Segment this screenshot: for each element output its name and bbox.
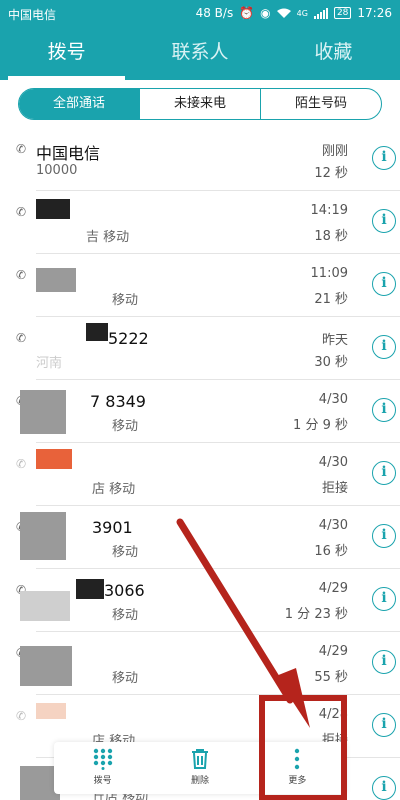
- carrier-name: 中国电信: [8, 8, 57, 22]
- call-time: 刚刚: [321, 144, 348, 159]
- outgoing-call-icon: ✆: [16, 331, 27, 345]
- info-icon[interactable]: i: [372, 461, 396, 485]
- more-vertical-icon: [295, 748, 300, 770]
- call-log-row[interactable]: ✆ 中国电信 10000 刚刚 12 秒 i: [16, 128, 400, 191]
- dialpad-label: 拨号: [93, 776, 112, 786]
- rejected-call-icon: ✆: [16, 709, 27, 723]
- redaction: [36, 449, 72, 469]
- status-right: 48 B/s ⏰ ◉ 4G 28 17:26: [196, 6, 392, 20]
- trash-icon: [191, 749, 208, 769]
- call-location: 移动: [112, 671, 139, 686]
- call-location: 移动: [112, 545, 139, 560]
- redaction: [76, 579, 104, 599]
- redaction: [20, 591, 70, 621]
- call-duration: 1 分 9 秒: [293, 418, 348, 433]
- filter-missed-calls[interactable]: 未接来电: [139, 89, 260, 119]
- redaction: [36, 199, 70, 219]
- redaction: [36, 703, 66, 719]
- delete-button[interactable]: 删除: [151, 742, 248, 794]
- call-duration: 21 秒: [314, 292, 348, 307]
- rejected-call-icon: ✆: [16, 457, 27, 471]
- info-icon[interactable]: i: [372, 209, 396, 233]
- call-time: 4/30: [318, 455, 348, 470]
- call-duration: 1 分 23 秒: [284, 607, 348, 622]
- info-icon[interactable]: i: [372, 524, 396, 548]
- outgoing-call-icon: ✆: [16, 268, 27, 282]
- tab-favorites[interactable]: 收藏: [267, 28, 400, 80]
- wifi-icon: [276, 8, 291, 18]
- redaction: [20, 646, 72, 686]
- call-duration: 16 秒: [314, 544, 348, 559]
- info-icon[interactable]: i: [372, 650, 396, 674]
- info-icon[interactable]: i: [372, 713, 396, 737]
- outgoing-call-icon: ✆: [16, 142, 27, 156]
- call-name: 3901: [92, 518, 133, 537]
- call-duration: 30 秒: [314, 355, 348, 370]
- tab-contacts[interactable]: 联系人: [133, 28, 266, 80]
- info-icon[interactable]: i: [372, 776, 396, 800]
- status-time: 17:26: [357, 6, 392, 20]
- more-label: 更多: [288, 776, 307, 786]
- call-duration: 拒接: [321, 481, 348, 496]
- more-button[interactable]: 更多: [249, 742, 346, 794]
- call-location: 移动: [112, 608, 139, 623]
- info-icon[interactable]: i: [372, 587, 396, 611]
- info-icon[interactable]: i: [372, 272, 396, 296]
- call-location: 河南: [36, 356, 63, 371]
- call-time: 4/28: [318, 707, 348, 722]
- redaction: [20, 390, 66, 434]
- call-time: 4/29: [318, 644, 348, 659]
- call-log-row[interactable]: ✆ 7 8349 移动 4/30 1 分 9 秒 i: [16, 380, 400, 443]
- call-name: 7 8349: [90, 392, 146, 411]
- info-icon[interactable]: i: [372, 146, 396, 170]
- redaction: [20, 512, 66, 560]
- call-location: 店 移动: [92, 482, 136, 497]
- call-name: 3066: [104, 581, 145, 600]
- call-time: 14:19: [310, 203, 348, 218]
- tab-dial[interactable]: 拨号: [0, 28, 133, 80]
- alarm-icon: ⏰: [239, 6, 255, 20]
- battery-indicator: 28: [333, 7, 352, 19]
- call-log-row[interactable]: ✆ 店 移动 4/30 拒接 i: [16, 443, 400, 506]
- call-location: 吉 移动: [86, 230, 130, 245]
- call-location: 移动: [112, 293, 139, 308]
- call-time: 11:09: [310, 266, 348, 281]
- call-log-row[interactable]: ✆ 吉 移动 14:19 18 秒 i: [16, 191, 400, 254]
- bottom-toolbar: 拨号 删除 更多: [54, 742, 346, 794]
- call-duration: 55 秒: [314, 670, 348, 685]
- call-name: 5222: [108, 329, 149, 348]
- eye-icon: ◉: [260, 6, 271, 20]
- call-filter: 全部通话 未接来电 陌生号码: [18, 88, 382, 120]
- dialpad-icon: [93, 748, 112, 770]
- outgoing-call-icon: ✆: [16, 205, 27, 219]
- filter-unknown-numbers[interactable]: 陌生号码: [260, 89, 381, 119]
- call-name: 中国电信: [36, 144, 101, 163]
- redaction: [36, 268, 76, 292]
- call-location: 移动: [112, 419, 139, 434]
- call-time: 4/30: [318, 518, 348, 533]
- call-time: 4/29: [318, 581, 348, 596]
- call-time: 昨天: [321, 333, 348, 348]
- network-type: 4G: [296, 8, 308, 18]
- filter-all-calls[interactable]: 全部通话: [19, 89, 139, 119]
- redaction: [86, 323, 108, 341]
- call-time: 4/30: [318, 392, 348, 407]
- call-log-row[interactable]: ✆ 移动 4/29 55 秒 i: [16, 632, 400, 695]
- network-speed: 48 B/s: [195, 6, 234, 20]
- call-log-list: ✆ 中国电信 10000 刚刚 12 秒 i ✆ 吉 移动 14:19 18 秒…: [0, 128, 400, 800]
- main-tabs: 拨号 联系人 收藏: [0, 28, 400, 80]
- call-number: 10000: [36, 163, 78, 178]
- call-duration: 12 秒: [314, 166, 348, 181]
- dialpad-button[interactable]: 拨号: [54, 742, 151, 794]
- call-duration: 18 秒: [314, 229, 348, 244]
- info-icon[interactable]: i: [372, 398, 396, 422]
- call-log-row[interactable]: ✆ 吉林 移动 11:09 21 秒 i: [16, 254, 400, 317]
- call-log-row[interactable]: ✆ 5222 河南 昨天 30 秒 i: [16, 317, 400, 380]
- status-bar: 中国电信 48 B/s ⏰ ◉ 4G 28 17:26: [0, 0, 400, 28]
- call-log-row[interactable]: ✆ 3901 移动 4/30 16 秒 i: [16, 506, 400, 569]
- signal-icon: [313, 7, 328, 19]
- delete-label: 删除: [190, 776, 209, 786]
- call-log-row[interactable]: ✆ 3066 移动 4/29 1 分 23 秒 i: [16, 569, 400, 632]
- info-icon[interactable]: i: [372, 335, 396, 359]
